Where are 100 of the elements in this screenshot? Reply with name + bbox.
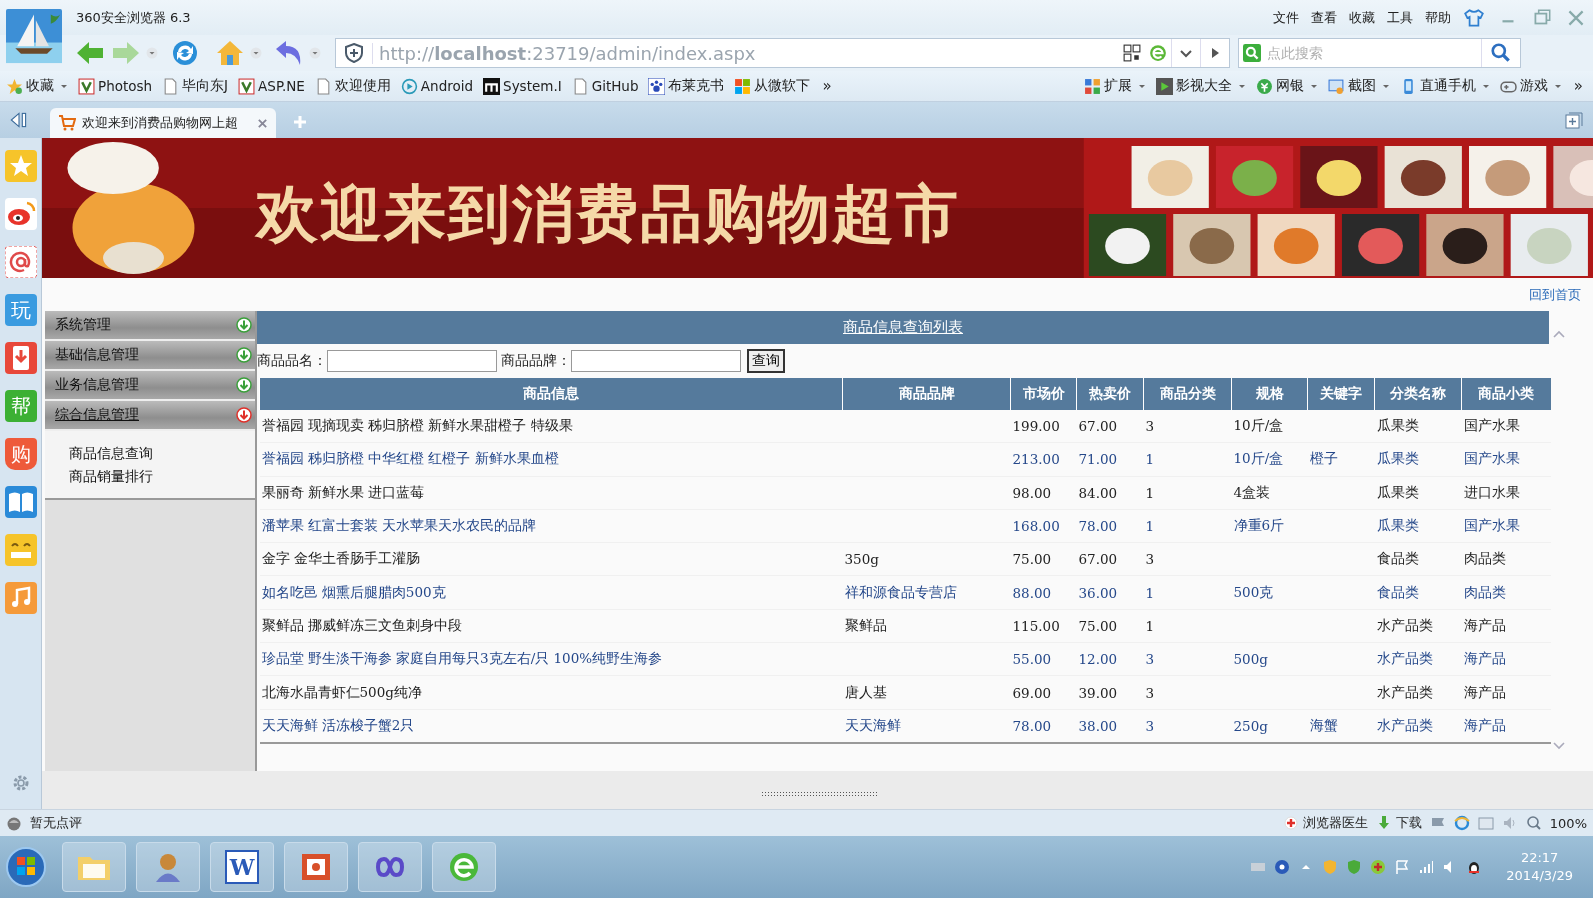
table-cell[interactable]: 500g — [1233, 651, 1268, 668]
menu-item[interactable]: 帮助 — [1425, 8, 1451, 27]
table-cell[interactable]: 肉品类 — [1463, 583, 1506, 600]
bookmark-item[interactable]: 收藏 — [6, 77, 54, 95]
download-icon[interactable] — [4, 342, 37, 374]
table-cell[interactable]: 如名吃邑 烟熏后腿腊肉500克 — [261, 583, 446, 600]
table-cell[interactable]: 78.00 — [1012, 717, 1052, 734]
refresh-icon[interactable] — [170, 39, 200, 67]
doctor-button[interactable]: 浏览器医生 — [1282, 814, 1368, 832]
table-cell[interactable]: 天天海鲜 活冻梭子蟹2只 — [261, 716, 415, 733]
menu-item[interactable]: 查看 — [1311, 8, 1337, 27]
speaker-icon[interactable] — [1501, 815, 1518, 831]
start-button-icon[interactable] — [4, 845, 48, 889]
input-field[interactable] — [327, 350, 497, 372]
bookmark-item[interactable]: 从微软下 — [734, 77, 811, 95]
table-cell[interactable]: 55.00 — [1012, 651, 1052, 668]
bookmark-item[interactable]: ASP.NE — [238, 77, 305, 95]
close-icon[interactable] — [257, 117, 268, 129]
table-cell[interactable]: 213.00 — [1012, 451, 1060, 468]
table-cell[interactable]: 3 — [1145, 717, 1155, 734]
table-cell[interactable]: 250g — [1233, 717, 1268, 734]
toolbar-item[interactable]: 网银 — [1255, 77, 1304, 95]
caret-icon[interactable] — [1481, 82, 1490, 90]
menu-item[interactable]: 文件 — [1273, 8, 1299, 27]
table-cell[interactable]: 1 — [1145, 518, 1155, 535]
table-cell[interactable]: 500克 — [1233, 583, 1274, 600]
menu-header[interactable]: 综合信息管理 — [45, 401, 255, 431]
search-box[interactable]: 点此搜索 — [1238, 38, 1521, 68]
search-engine-icon[interactable] — [1243, 44, 1261, 62]
at-sign-icon[interactable] — [4, 246, 37, 278]
menu-item[interactable]: 工具 — [1387, 8, 1413, 27]
caret-icon[interactable] — [250, 47, 262, 59]
network-icon[interactable] — [1418, 859, 1435, 875]
table-cell[interactable]: 海产品 — [1463, 650, 1506, 667]
zoom-icon[interactable] — [1525, 815, 1542, 831]
bookmark-item[interactable]: 毕向东J — [162, 77, 229, 95]
table-cell[interactable]: 国产水果 — [1463, 450, 1520, 467]
bookmark-item[interactable]: 欢迎使用 — [314, 77, 391, 95]
menu-link[interactable]: 商品销量排行 — [69, 468, 255, 486]
zoom-level[interactable]: 100% — [1549, 815, 1587, 831]
menu-item[interactable]: 收藏 — [1349, 8, 1375, 27]
toolbar-item[interactable]: 直通手机 — [1399, 77, 1476, 95]
table-cell[interactable]: 1 — [1145, 584, 1155, 601]
table-cell[interactable]: 38.00 — [1078, 717, 1118, 734]
home-link[interactable]: 回到首页 — [1529, 285, 1581, 304]
rating-text[interactable]: 暂无点评 — [30, 814, 82, 832]
table-cell[interactable]: 88.00 — [1012, 584, 1052, 601]
table-cell[interactable]: 10斤/盒 — [1233, 450, 1284, 467]
table-cell[interactable]: 海蟹 — [1309, 716, 1338, 733]
download-button[interactable]: 下载 — [1375, 814, 1422, 832]
word-app-icon[interactable]: W — [225, 850, 259, 884]
book-icon[interactable] — [4, 486, 37, 518]
caret-icon[interactable] — [1137, 82, 1146, 90]
table-cell[interactable]: 誉福园 秭归脐橙 中华红橙 红橙子 新鲜水果血橙 — [261, 450, 559, 467]
shirt-icon[interactable] — [1463, 7, 1485, 28]
menu-link[interactable]: 商品信息查询 — [69, 445, 255, 463]
back-arrow-icon[interactable] — [75, 39, 105, 67]
table-cell[interactable]: 水产品类 — [1376, 650, 1433, 667]
toolbar-item[interactable]: 截图 — [1327, 77, 1376, 95]
table-cell[interactable]: 水产品类 — [1376, 716, 1433, 733]
table-cell[interactable]: 潘苹果 红富士套装 天水苹果天水农民的品牌 — [261, 517, 537, 534]
table-cell[interactable]: 71.00 — [1078, 451, 1118, 468]
caret-icon[interactable] — [1553, 82, 1562, 90]
bookmark-item[interactable]: System.I — [483, 77, 562, 95]
panel-title-link[interactable]: 商品信息查询列表 — [843, 318, 963, 337]
search-button[interactable]: 查询 — [747, 349, 785, 373]
table-cell[interactable]: 国产水果 — [1463, 517, 1520, 534]
caret-icon[interactable] — [60, 82, 68, 90]
eye-logo-icon[interactable] — [4, 198, 37, 230]
table-cell[interactable]: 珍品堂 野生淡干海参 家庭自用每只3克左右/只 100%纯野生海参 — [261, 650, 663, 667]
toolbar-item[interactable]: 影视大全 — [1155, 77, 1232, 95]
caret-icon[interactable] — [146, 47, 158, 59]
ie-logo-icon[interactable] — [1149, 44, 1167, 62]
table-cell[interactable]: 净重6斤 — [1233, 517, 1285, 534]
menu-header[interactable]: 基础信息管理 — [45, 341, 255, 371]
bookmark-item[interactable]: Android — [400, 77, 474, 95]
table-cell[interactable]: 橙子 — [1309, 450, 1338, 467]
table-cell[interactable]: 78.00 — [1078, 518, 1118, 535]
toolbar-item[interactable]: 游戏 — [1499, 77, 1548, 95]
browser-tab[interactable]: 欢迎来到消费品购物网上超 — [50, 108, 276, 138]
table-cell[interactable]: 食品类 — [1376, 583, 1419, 600]
table-cell[interactable]: 36.00 — [1078, 584, 1118, 601]
menu-header[interactable]: 系统管理 — [45, 311, 255, 341]
scroll-down-icon[interactable] — [1552, 741, 1566, 751]
input-field[interactable] — [571, 350, 741, 372]
table-cell[interactable]: 海产品 — [1463, 716, 1506, 733]
smiley-icon[interactable] — [4, 534, 37, 566]
bookmark-item[interactable]: GitHub — [571, 77, 639, 95]
table-cell[interactable]: 天天海鲜 — [844, 716, 901, 733]
table-cell[interactable]: 瓜果类 — [1376, 517, 1419, 534]
table-cell[interactable]: 1 — [1145, 451, 1155, 468]
bookmark-item[interactable]: Photosh — [78, 77, 153, 95]
caret-icon[interactable] — [1309, 82, 1318, 90]
table-cell[interactable]: 12.00 — [1078, 651, 1118, 668]
toolbar-item[interactable]: 扩展 — [1083, 77, 1132, 95]
table-cell[interactable]: 168.00 — [1012, 518, 1060, 535]
caret-icon[interactable] — [309, 47, 321, 59]
menu-header[interactable]: 业务信息管理 — [45, 371, 255, 401]
more-button[interactable]: » — [822, 77, 832, 95]
table-cell[interactable]: 瓜果类 — [1376, 450, 1419, 467]
